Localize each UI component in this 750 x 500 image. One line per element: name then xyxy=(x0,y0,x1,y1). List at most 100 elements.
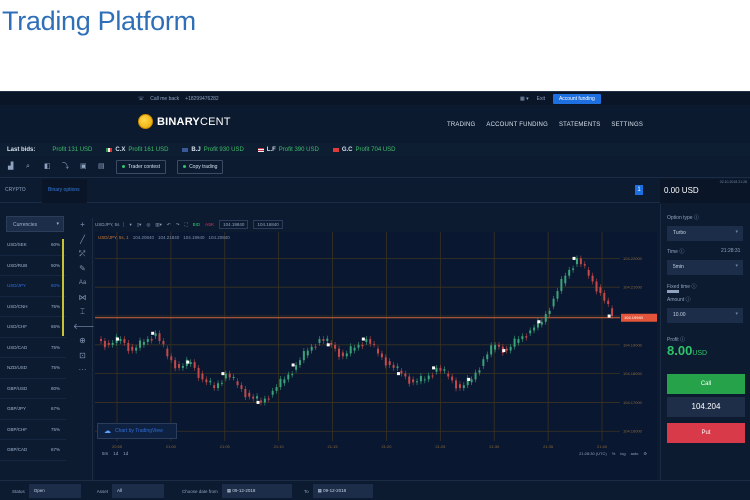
pattern-icon[interactable]: ⋈ xyxy=(73,291,92,306)
trend-line-icon[interactable]: ╱ xyxy=(73,233,92,248)
fullscreen-icon[interactable]: ⛶ xyxy=(184,222,187,227)
call-button[interactable]: Call xyxy=(667,374,745,394)
currency-payout: 75% xyxy=(50,303,60,309)
currency-payout: 60% xyxy=(50,242,60,248)
timeframe-button[interactable]: 5m xyxy=(102,451,108,456)
currency-item[interactable]: GBP/CHF 75% xyxy=(0,420,66,440)
notification-badge[interactable]: 1 xyxy=(635,185,643,195)
nav-trading[interactable]: TRADING xyxy=(447,122,475,128)
indicators-icon[interactable]: ◎ xyxy=(146,222,150,228)
profit-value: 8.00USD xyxy=(667,343,708,358)
ask-button[interactable]: ASK xyxy=(205,222,214,227)
chart-icon[interactable]: ▟ xyxy=(8,163,15,170)
timeframe-button[interactable]: 1d xyxy=(113,451,118,456)
nav-statements[interactable]: STATEMENTS xyxy=(559,122,600,128)
candle-body xyxy=(295,364,298,370)
compare-icon[interactable]: ▥▾ xyxy=(155,222,162,228)
currency-item[interactable]: USD/JPY 80% xyxy=(0,276,66,297)
amount-input[interactable]: 10.00 xyxy=(667,308,743,323)
crosshair-icon[interactable]: + xyxy=(73,218,92,233)
settings-icon[interactable]: ⚙ xyxy=(643,451,647,456)
currency-item[interactable]: USD/SEK 60% xyxy=(0,235,66,256)
chart-canvas[interactable]: 104.22000104.21000104.20000104.19000104.… xyxy=(95,232,657,497)
status-select[interactable]: Open xyxy=(28,484,81,498)
auto-toggle[interactable]: auto xyxy=(631,451,639,456)
price-chart[interactable]: 104.22000104.21000104.20000104.19000104.… xyxy=(95,232,657,497)
exit-link[interactable]: Exit xyxy=(537,96,545,102)
log-toggle[interactable]: log xyxy=(620,451,625,456)
candle-body xyxy=(135,347,138,351)
page-title: Trading Platform xyxy=(2,6,196,36)
indicator-icon[interactable]: ⤵ xyxy=(62,163,69,170)
candle-body xyxy=(279,378,282,388)
currency-item[interactable]: NZD/USD 75% xyxy=(0,358,66,379)
flag-icon xyxy=(257,147,264,152)
currency-item[interactable]: USD/CAD 75% xyxy=(0,338,66,358)
balance-display[interactable]: 02.10.2018 21:28 0.00 USD xyxy=(660,179,750,203)
screenshot-icon[interactable]: ▣ xyxy=(80,163,87,170)
trader-contest-button[interactable]: Trader contest xyxy=(116,159,167,174)
logo[interactable]: BINARYCENT xyxy=(138,114,231,129)
tab-binary-options[interactable]: Binary options xyxy=(42,179,87,203)
y-tick-label: 104.19000 xyxy=(623,342,643,347)
account-funding-button[interactable]: Account funding xyxy=(552,94,601,104)
nav-settings[interactable]: SETTINGS xyxy=(611,122,643,128)
currency-item[interactable]: GBP/JPY 67% xyxy=(0,399,66,420)
symbol-search[interactable]: USDJPY, 5s xyxy=(95,222,125,227)
coin-icon xyxy=(138,114,153,129)
call-me-back-link[interactable]: Call me back xyxy=(150,96,179,102)
candle-body xyxy=(525,336,528,338)
currencies-select[interactable]: Currencies xyxy=(6,216,64,232)
timeframe-button[interactable]: 1d xyxy=(123,451,128,456)
currency-item[interactable]: GBP/CAD 67% xyxy=(0,440,66,461)
bid-button[interactable]: BID xyxy=(193,222,201,227)
date-from-input[interactable]: ▦ 09-12-2018 xyxy=(221,484,292,498)
currency-item[interactable]: GBP/USD 80% xyxy=(0,379,66,399)
ask-price: 104.16840 xyxy=(253,220,283,229)
time-select[interactable]: 5min xyxy=(667,260,743,275)
currency-item[interactable]: USD/RUB 50% xyxy=(0,256,66,276)
fib-icon[interactable]: ⤱ xyxy=(73,247,92,262)
calendar-icon[interactable]: ▤ xyxy=(98,163,105,170)
copy-trading-button[interactable]: Copy trading xyxy=(177,159,224,174)
currency-pair: GBP/CAD xyxy=(7,447,28,453)
currency-item[interactable]: USD/CHF 65% xyxy=(0,317,66,338)
currency-list-scrollbar[interactable] xyxy=(62,239,64,336)
candle-body xyxy=(166,348,169,357)
candle-style-icon[interactable]: ▯▾ xyxy=(137,222,142,228)
asset-select[interactable]: All xyxy=(112,484,165,498)
trade-marker xyxy=(396,372,400,376)
x-tick-label: 21:30 xyxy=(489,444,500,449)
option-type-select[interactable]: Turbo xyxy=(667,226,743,241)
undo-icon[interactable]: ↶ xyxy=(167,222,171,228)
layout-icon[interactable]: ◧ xyxy=(44,163,51,170)
candle-body xyxy=(236,381,239,386)
currency-item[interactable]: USD/CNH 75% xyxy=(0,297,66,317)
brush-icon[interactable]: ✎ xyxy=(73,262,92,277)
candle-body xyxy=(213,385,216,389)
nav-account-funding[interactable]: ACCOUNT FUNDING xyxy=(486,122,548,128)
candle-body xyxy=(361,344,364,347)
bid-item: G.C Profit 704 USD xyxy=(332,147,396,153)
date-to-input[interactable]: ▦ 09-12-2018 xyxy=(312,484,373,498)
redo-icon[interactable]: ↷ xyxy=(176,222,180,228)
zoom-icon[interactable]: ⊕ xyxy=(73,334,92,349)
candle-body xyxy=(474,372,477,380)
measure-icon[interactable]: ⌶ xyxy=(73,305,92,320)
more-icon[interactable]: ··· xyxy=(73,363,92,378)
text-icon[interactable]: Aa xyxy=(73,276,92,291)
percent-toggle[interactable]: % xyxy=(612,451,616,456)
interval-icon[interactable]: ▾ xyxy=(129,222,131,228)
currency-payout: 75% xyxy=(50,426,60,432)
fixed-time-toggle[interactable] xyxy=(667,290,679,293)
put-button[interactable]: Put xyxy=(667,423,745,443)
tab-crypto[interactable]: CRYPTO xyxy=(5,179,26,203)
back-arrow-icon[interactable]: 🡐 xyxy=(73,320,94,335)
search-icon[interactable]: ⌕ xyxy=(26,163,33,170)
candle-body xyxy=(349,346,352,354)
trade-panel: Option type ⓘ Turbo Time ⓘ 21:28:31 5min… xyxy=(660,204,750,500)
candle-body xyxy=(228,373,231,378)
ruler-icon[interactable]: ⊡ xyxy=(73,349,92,364)
language-flag-icon[interactable]: ▦ ▾ xyxy=(520,96,529,102)
tradingview-badge[interactable]: ☁ Chart by TradingView xyxy=(97,423,177,439)
